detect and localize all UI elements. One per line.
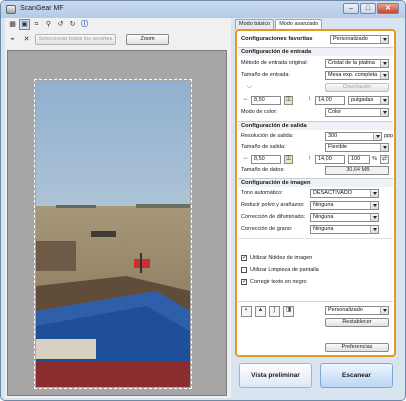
title-bar[interactable]: ScanGear MF – □ ✕ [1, 1, 405, 18]
scangear-window: ScanGear MF – □ ✕ ▦ ▣ ⌗ ⚲ ↺ ↻ ⓘ ⌖ ✕ Sele… [0, 0, 406, 401]
aspect-lock-icon[interactable]: ⚿ [284, 96, 293, 105]
minimize-button[interactable]: – [343, 3, 359, 14]
chevron-down-icon [383, 99, 387, 102]
brightness-contrast-icon[interactable]: ◐ [241, 306, 252, 317]
tab-basic-mode[interactable]: Modo básico [235, 19, 275, 29]
empty-checkbox-icon [241, 267, 247, 273]
adjustment-preset-select[interactable]: Personalizado [325, 306, 389, 315]
chevron-down-icon [373, 192, 377, 195]
grain-correction-select[interactable]: Ninguna [310, 225, 379, 234]
width-arrow-icon: ↔ [242, 155, 249, 161]
divider [238, 301, 393, 302]
data-size-label: Tamaño de datos: [241, 167, 285, 173]
screen-cleaning-checkbox[interactable]: Utilizar Limpieza de pantalla [241, 267, 319, 273]
fading-correction-label: Corrección de difuminado: [241, 214, 306, 220]
close-button[interactable]: ✕ [377, 3, 399, 14]
height-arrow-icon: ↕ [308, 155, 311, 161]
input-width-field[interactable]: 8,50 [251, 96, 281, 105]
view-toolbar: ▦ ▣ ⌗ ⚲ ↺ ↻ ⓘ [7, 19, 90, 30]
chevron-down-icon [383, 146, 387, 149]
check-icon: ✓ [241, 279, 248, 285]
scale-field[interactable]: 100 [348, 155, 370, 164]
preview-pane: ▦ ▣ ⌗ ⚲ ↺ ↻ ⓘ ⌖ ✕ Seleccionar todos los … [5, 18, 231, 398]
whole-image-icon[interactable]: ▣ [19, 19, 30, 30]
zoom-button[interactable]: Zoom [126, 34, 169, 45]
black-text-checkbox[interactable]: ✓ Corregir texto en negro [241, 279, 307, 285]
image-settings-header[interactable]: Configuración de imagen [238, 178, 393, 187]
chevron-down-icon [383, 309, 387, 312]
input-source-select[interactable]: Cristal de la platina [325, 59, 389, 68]
input-size-select[interactable]: Mesa exp. completa [325, 71, 389, 80]
output-size-label: Tamaño de salida: [241, 144, 286, 150]
aspect-curve-icon: ◡ [246, 83, 253, 89]
auto-tone-select[interactable]: DESACTIVADO [310, 189, 379, 198]
preview-area[interactable] [7, 50, 227, 396]
dust-reduction-select[interactable]: Ninguna [310, 201, 379, 210]
auto-crop-icon[interactable]: ⌖ [7, 34, 18, 45]
histogram-icon[interactable]: ▲ [255, 306, 266, 317]
favorites-label: Configuraciones favoritas [241, 36, 313, 42]
color-mode-label: Modo de color: [241, 109, 278, 115]
scan-button[interactable]: Escanear [320, 363, 393, 388]
height-arrow-icon: ↕ [308, 96, 311, 102]
auto-tone-label: Tono automático: [241, 190, 283, 196]
chevron-down-icon [373, 216, 377, 219]
input-settings-header[interactable]: Configuración de entrada [238, 47, 393, 56]
tone-curve-icon[interactable]: ∫ [269, 306, 280, 317]
grain-correction-label: Corrección de grano: [241, 226, 293, 232]
preview-button[interactable]: Vista preliminar [239, 363, 312, 388]
fading-correction-select[interactable]: Ninguna [310, 213, 379, 222]
unit-select[interactable]: pulgadas [348, 96, 389, 105]
orientation-button[interactable]: Orientación [325, 83, 389, 92]
settings-pane: Modo básico Modo avanzado Configuracione… [235, 18, 403, 398]
scanner-app-icon [6, 5, 16, 14]
input-height-field[interactable]: 14,00 [315, 96, 345, 105]
output-height-field[interactable]: 14,00 [315, 155, 345, 164]
input-source-label: Método de entrada original: [241, 60, 308, 66]
aspect-lock-icon[interactable]: ⚿ [284, 155, 293, 164]
input-size-label: Tamaño de entrada: [241, 72, 290, 78]
width-arrow-icon: ↔ [242, 96, 249, 102]
resolution-unit-label: ppp [384, 133, 394, 139]
crop-toolbar: ⌖ ✕ Seleccionar todos los recortes Zoom [7, 34, 169, 45]
advanced-settings-panel[interactable]: Configuraciones favoritas Personalizado … [235, 29, 396, 357]
select-all-crops-button[interactable]: Seleccionar todos los recortes [35, 34, 116, 45]
chevron-down-icon [373, 204, 377, 207]
remove-crop-icon[interactable]: ✕ [21, 34, 32, 45]
color-mode-select[interactable]: Color [325, 108, 389, 117]
preferences-button[interactable]: Preferencias [325, 343, 389, 352]
unsharp-mask-checkbox[interactable]: ✓ Utilizar Nitidez de imagen [241, 255, 312, 261]
threshold-icon[interactable]: ◨ [283, 306, 294, 317]
thumbnail-view-icon[interactable]: ▦ [7, 19, 18, 30]
info-icon[interactable]: ⓘ [79, 19, 90, 30]
preview-image[interactable] [34, 79, 192, 389]
zoom-icon[interactable]: ⚲ [43, 19, 54, 30]
maximize-button[interactable]: □ [360, 3, 376, 14]
preview-photo [36, 81, 190, 387]
check-icon: ✓ [241, 255, 248, 261]
output-size-select[interactable]: Flexible [325, 143, 389, 152]
favorites-select[interactable]: Personalizado [330, 35, 389, 44]
output-settings-header[interactable]: Configuración de salida [238, 121, 393, 130]
chevron-down-icon [383, 74, 387, 77]
scale-unit-label: % [372, 156, 377, 162]
output-resolution-select[interactable]: 300 [325, 132, 382, 141]
rotate-left-icon[interactable]: ↺ [55, 19, 66, 30]
rotate-right-icon[interactable]: ↻ [67, 19, 78, 30]
chevron-down-icon [373, 228, 377, 231]
dust-reduction-label: Reducir polvo y arañazos: [241, 202, 305, 208]
data-size-value: 30,64 MB [325, 166, 389, 175]
output-resolution-label: Resolución de salida: [241, 133, 294, 139]
chevron-down-icon [383, 111, 387, 114]
window-title: ScanGear MF [20, 5, 64, 12]
swap-icon[interactable]: ⇄ [380, 155, 389, 164]
crop-icon[interactable]: ⌗ [31, 19, 42, 30]
chevron-down-icon [383, 38, 387, 41]
reset-button[interactable]: Restablecer [325, 318, 389, 327]
output-width-field[interactable]: 8,50 [251, 155, 281, 164]
chevron-down-icon [383, 62, 387, 65]
chevron-down-icon [376, 135, 380, 138]
